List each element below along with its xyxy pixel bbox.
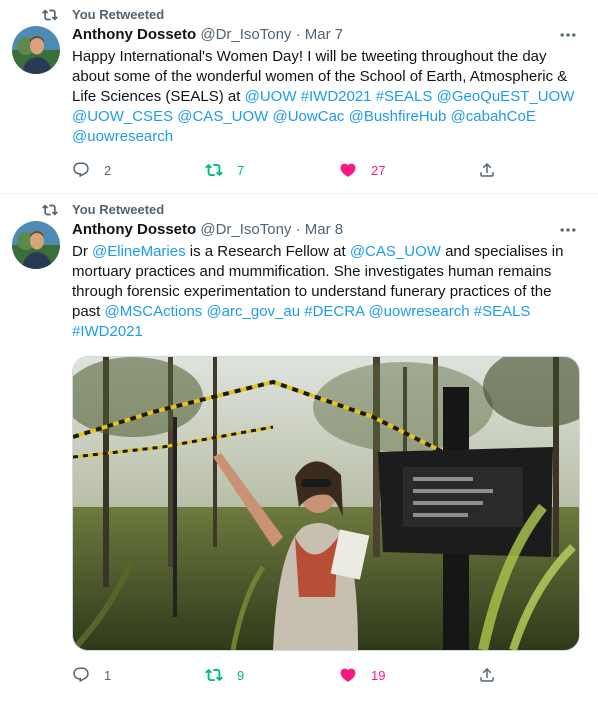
tweet-date[interactable]: Mar 8 xyxy=(305,221,343,238)
like-button[interactable]: 19 xyxy=(339,665,385,685)
more-dots-icon[interactable] xyxy=(558,25,578,45)
share-icon xyxy=(480,162,494,177)
tweet-text-segment: is a Research Fellow at xyxy=(185,243,350,260)
retweet-count: 7 xyxy=(237,162,245,178)
tweet-photo[interactable] xyxy=(72,356,580,651)
avatar-image xyxy=(12,26,60,74)
reply-button[interactable]: 1 xyxy=(72,665,111,685)
share-button[interactable] xyxy=(478,160,496,180)
mention-link[interactable]: @UOW xyxy=(245,88,297,105)
like-count: 27 xyxy=(371,162,386,178)
retweet-icon xyxy=(42,204,58,216)
avatar[interactable] xyxy=(12,221,60,269)
author-name[interactable]: Anthony Dosseto xyxy=(72,221,196,238)
tweet-date[interactable]: Mar 7 xyxy=(305,26,343,43)
tweet-actions: 2 7 27 xyxy=(72,160,572,180)
reply-icon xyxy=(73,667,89,683)
tweet-actions: 1 9 19 xyxy=(72,665,572,685)
tweet[interactable]: You Retweeted Anthony Dosseto @Dr_IsoTon… xyxy=(0,194,598,705)
avatar[interactable] xyxy=(12,26,60,74)
reply-button[interactable]: 2 xyxy=(72,160,111,180)
photo-researcher-in-bushland xyxy=(73,357,579,650)
mention-link[interactable]: @cabahCoE xyxy=(451,108,536,125)
reply-count: 2 xyxy=(104,162,112,178)
retweet-icon xyxy=(42,9,58,21)
mention-link[interactable]: @MSCActions xyxy=(105,303,203,320)
mention-link[interactable]: @uowresearch xyxy=(72,128,173,145)
separator: · xyxy=(295,26,301,43)
retweet-label: You Retweeted xyxy=(72,202,165,217)
like-button[interactable]: 27 xyxy=(339,160,385,180)
hashtag-link[interactable]: #IWD2021 xyxy=(72,323,143,340)
mention-link[interactable]: @GeoQuEST_UOW xyxy=(437,88,575,105)
tweet-header: Anthony Dosseto @Dr_IsoTony · Mar 7 xyxy=(72,25,343,45)
mention-link[interactable]: @arc_gov_au xyxy=(206,303,300,320)
mention-link[interactable]: @uowresearch xyxy=(368,303,469,320)
mention-link[interactable]: @CAS_UOW xyxy=(177,108,268,125)
retweet-label: You Retweeted xyxy=(72,7,165,22)
retweet-icon xyxy=(205,163,223,177)
author-handle[interactable]: @Dr_IsoTony xyxy=(200,26,291,43)
author-handle[interactable]: @Dr_IsoTony xyxy=(200,221,291,238)
retweet-count: 9 xyxy=(237,667,245,683)
reply-count: 1 xyxy=(104,667,112,683)
avatar-image xyxy=(12,221,60,269)
share-button[interactable] xyxy=(478,665,496,685)
tweet-header: Anthony Dosseto @Dr_IsoTony · Mar 8 xyxy=(72,220,343,240)
hashtag-link[interactable]: #SEALS xyxy=(474,303,531,320)
retweet-button[interactable]: 9 xyxy=(205,665,244,685)
retweet-button[interactable]: 7 xyxy=(205,160,244,180)
tweet-text: Dr @ElineMaries is a Research Fellow at … xyxy=(72,242,582,342)
tweet[interactable]: You Retweeted Anthony Dosseto @Dr_IsoTon… xyxy=(0,0,598,194)
mention-link[interactable]: @UOW_CSES xyxy=(72,108,173,125)
mention-link[interactable]: @CAS_UOW xyxy=(350,243,441,260)
tweet-text: Happy International's Women Day! I will … xyxy=(72,47,582,147)
reply-icon xyxy=(73,162,89,178)
hashtag-link[interactable]: #SEALS xyxy=(376,88,433,105)
mention-link[interactable]: @BushfireHub xyxy=(349,108,447,125)
author-name[interactable]: Anthony Dosseto xyxy=(72,26,196,43)
heart-filled-icon xyxy=(340,668,356,682)
like-count: 19 xyxy=(371,667,386,683)
mention-link[interactable]: @ElineMaries xyxy=(92,243,186,260)
more-dots-icon[interactable] xyxy=(558,220,578,240)
retweet-icon xyxy=(205,668,223,682)
hashtag-link[interactable]: #IWD2021 xyxy=(301,88,372,105)
mention-link[interactable]: @UowCac xyxy=(273,108,345,125)
tweet-text-segment: Dr xyxy=(72,243,92,260)
hashtag-link[interactable]: #DECRA xyxy=(304,303,364,320)
share-icon xyxy=(480,667,494,682)
heart-filled-icon xyxy=(340,163,356,177)
separator: · xyxy=(295,221,301,238)
